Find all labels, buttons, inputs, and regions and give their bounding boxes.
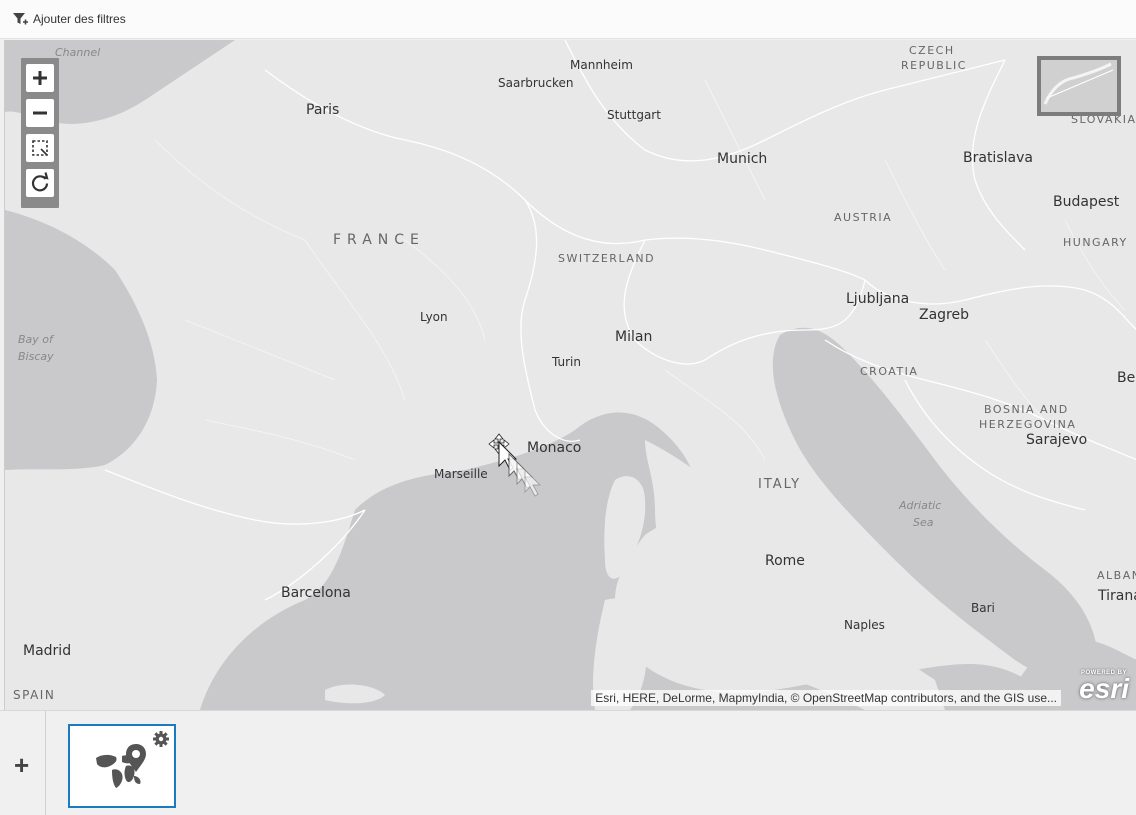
map-label-stuttgart: Stuttgart: [607, 108, 661, 122]
map-navigation-toolbar: [21, 58, 59, 208]
map-label-bay: Bay of: [18, 333, 53, 346]
gear-icon[interactable]: [152, 730, 170, 748]
map-label-barcelona: Barcelona: [281, 585, 351, 601]
esri-logo[interactable]: POWERED BY esri: [1069, 670, 1131, 706]
map-attribution: Esri, HERE, DeLorme, MapmyIndia, © OpenS…: [591, 690, 1061, 706]
zoom-box-button[interactable]: [26, 134, 54, 162]
map-label-channel: Channel: [55, 46, 101, 59]
map-label-rome: Rome: [765, 553, 805, 569]
map-label-lyon: Lyon: [420, 310, 448, 324]
esri-logo-text: esri: [1079, 673, 1129, 704]
map-label-mannheim: Mannheim: [570, 58, 633, 72]
map-label-adriatic: Adriatic: [899, 499, 942, 512]
map-label-herzegovina: HERZEGOVINA: [979, 418, 1077, 431]
zoom-box-icon: [32, 140, 48, 156]
map-label-austria: AUSTRIA: [834, 211, 893, 224]
add-button[interactable]: +: [14, 752, 29, 778]
map-label-sarajevo: Sarajevo: [1026, 432, 1088, 448]
zoom-in-button[interactable]: [26, 64, 54, 92]
map-label-spain: SPAIN: [13, 688, 56, 702]
overview-map-graphic: [1043, 62, 1114, 105]
refresh-icon: [31, 172, 49, 192]
map-label-munich: Munich: [717, 151, 768, 167]
map-visualization-thumbnail[interactable]: [68, 724, 176, 808]
map-view[interactable]: Channel Paris Saarbrucken Mannheim Stutt…: [4, 40, 1136, 710]
map-label-france: FRANCE: [333, 232, 425, 248]
map-label-bratislava: Bratislava: [963, 150, 1033, 166]
zoom-in-icon: [33, 71, 47, 85]
map-label-paris: Paris: [306, 102, 340, 118]
map-label-bosnia: BOSNIA AND: [984, 403, 1069, 416]
map-label-tirana: Tirana: [1098, 588, 1136, 604]
map-label-switzerland: SWITZERLAND: [558, 252, 656, 265]
overview-map[interactable]: [1037, 56, 1121, 116]
map-label-naples: Naples: [844, 618, 885, 632]
move-cursor-icon: [488, 433, 542, 497]
add-filters-button[interactable]: Ajouter des filtres: [12, 10, 126, 28]
filter-add-icon: [13, 13, 28, 25]
map-label-madrid: Madrid: [23, 643, 72, 659]
map-label-croatia: CROATIA: [860, 365, 919, 378]
refresh-button[interactable]: [26, 169, 54, 197]
overview-map-extent: [1041, 60, 1117, 112]
map-label-sea: Sea: [913, 516, 934, 529]
map-label-bel: Bel: [1117, 370, 1136, 386]
map-label-turin: Turin: [552, 355, 581, 369]
zoom-out-icon: [33, 111, 47, 115]
map-label-republic: REPUBLIC: [901, 59, 967, 72]
map-label-italy: ITALY: [758, 477, 802, 492]
zoom-out-button[interactable]: [26, 99, 54, 127]
map-label-saarbrucken: Saarbrucken: [498, 76, 574, 90]
top-toolbar: Ajouter des filtres: [0, 0, 1136, 39]
map-label-bari: Bari: [971, 601, 995, 615]
map-label-budapest: Budapest: [1053, 194, 1120, 210]
map-label-alban: ALBAN: [1097, 569, 1136, 582]
map-label-zagreb: Zagreb: [919, 307, 970, 323]
map-label-hungary: HUNGARY: [1063, 236, 1128, 249]
map-label-ljubljana: Ljubljana: [846, 291, 910, 307]
map-basemap: [5, 40, 1136, 710]
map-label-milan: Milan: [615, 329, 653, 345]
map-label-czech: CZECH: [909, 44, 955, 57]
map-label-marseille: Marseille: [434, 467, 488, 481]
add-filters-label: Ajouter des filtres: [33, 12, 126, 26]
bottom-panel: +: [0, 710, 1136, 815]
map-label-biscay: Biscay: [18, 350, 54, 363]
add-column: +: [0, 711, 46, 815]
